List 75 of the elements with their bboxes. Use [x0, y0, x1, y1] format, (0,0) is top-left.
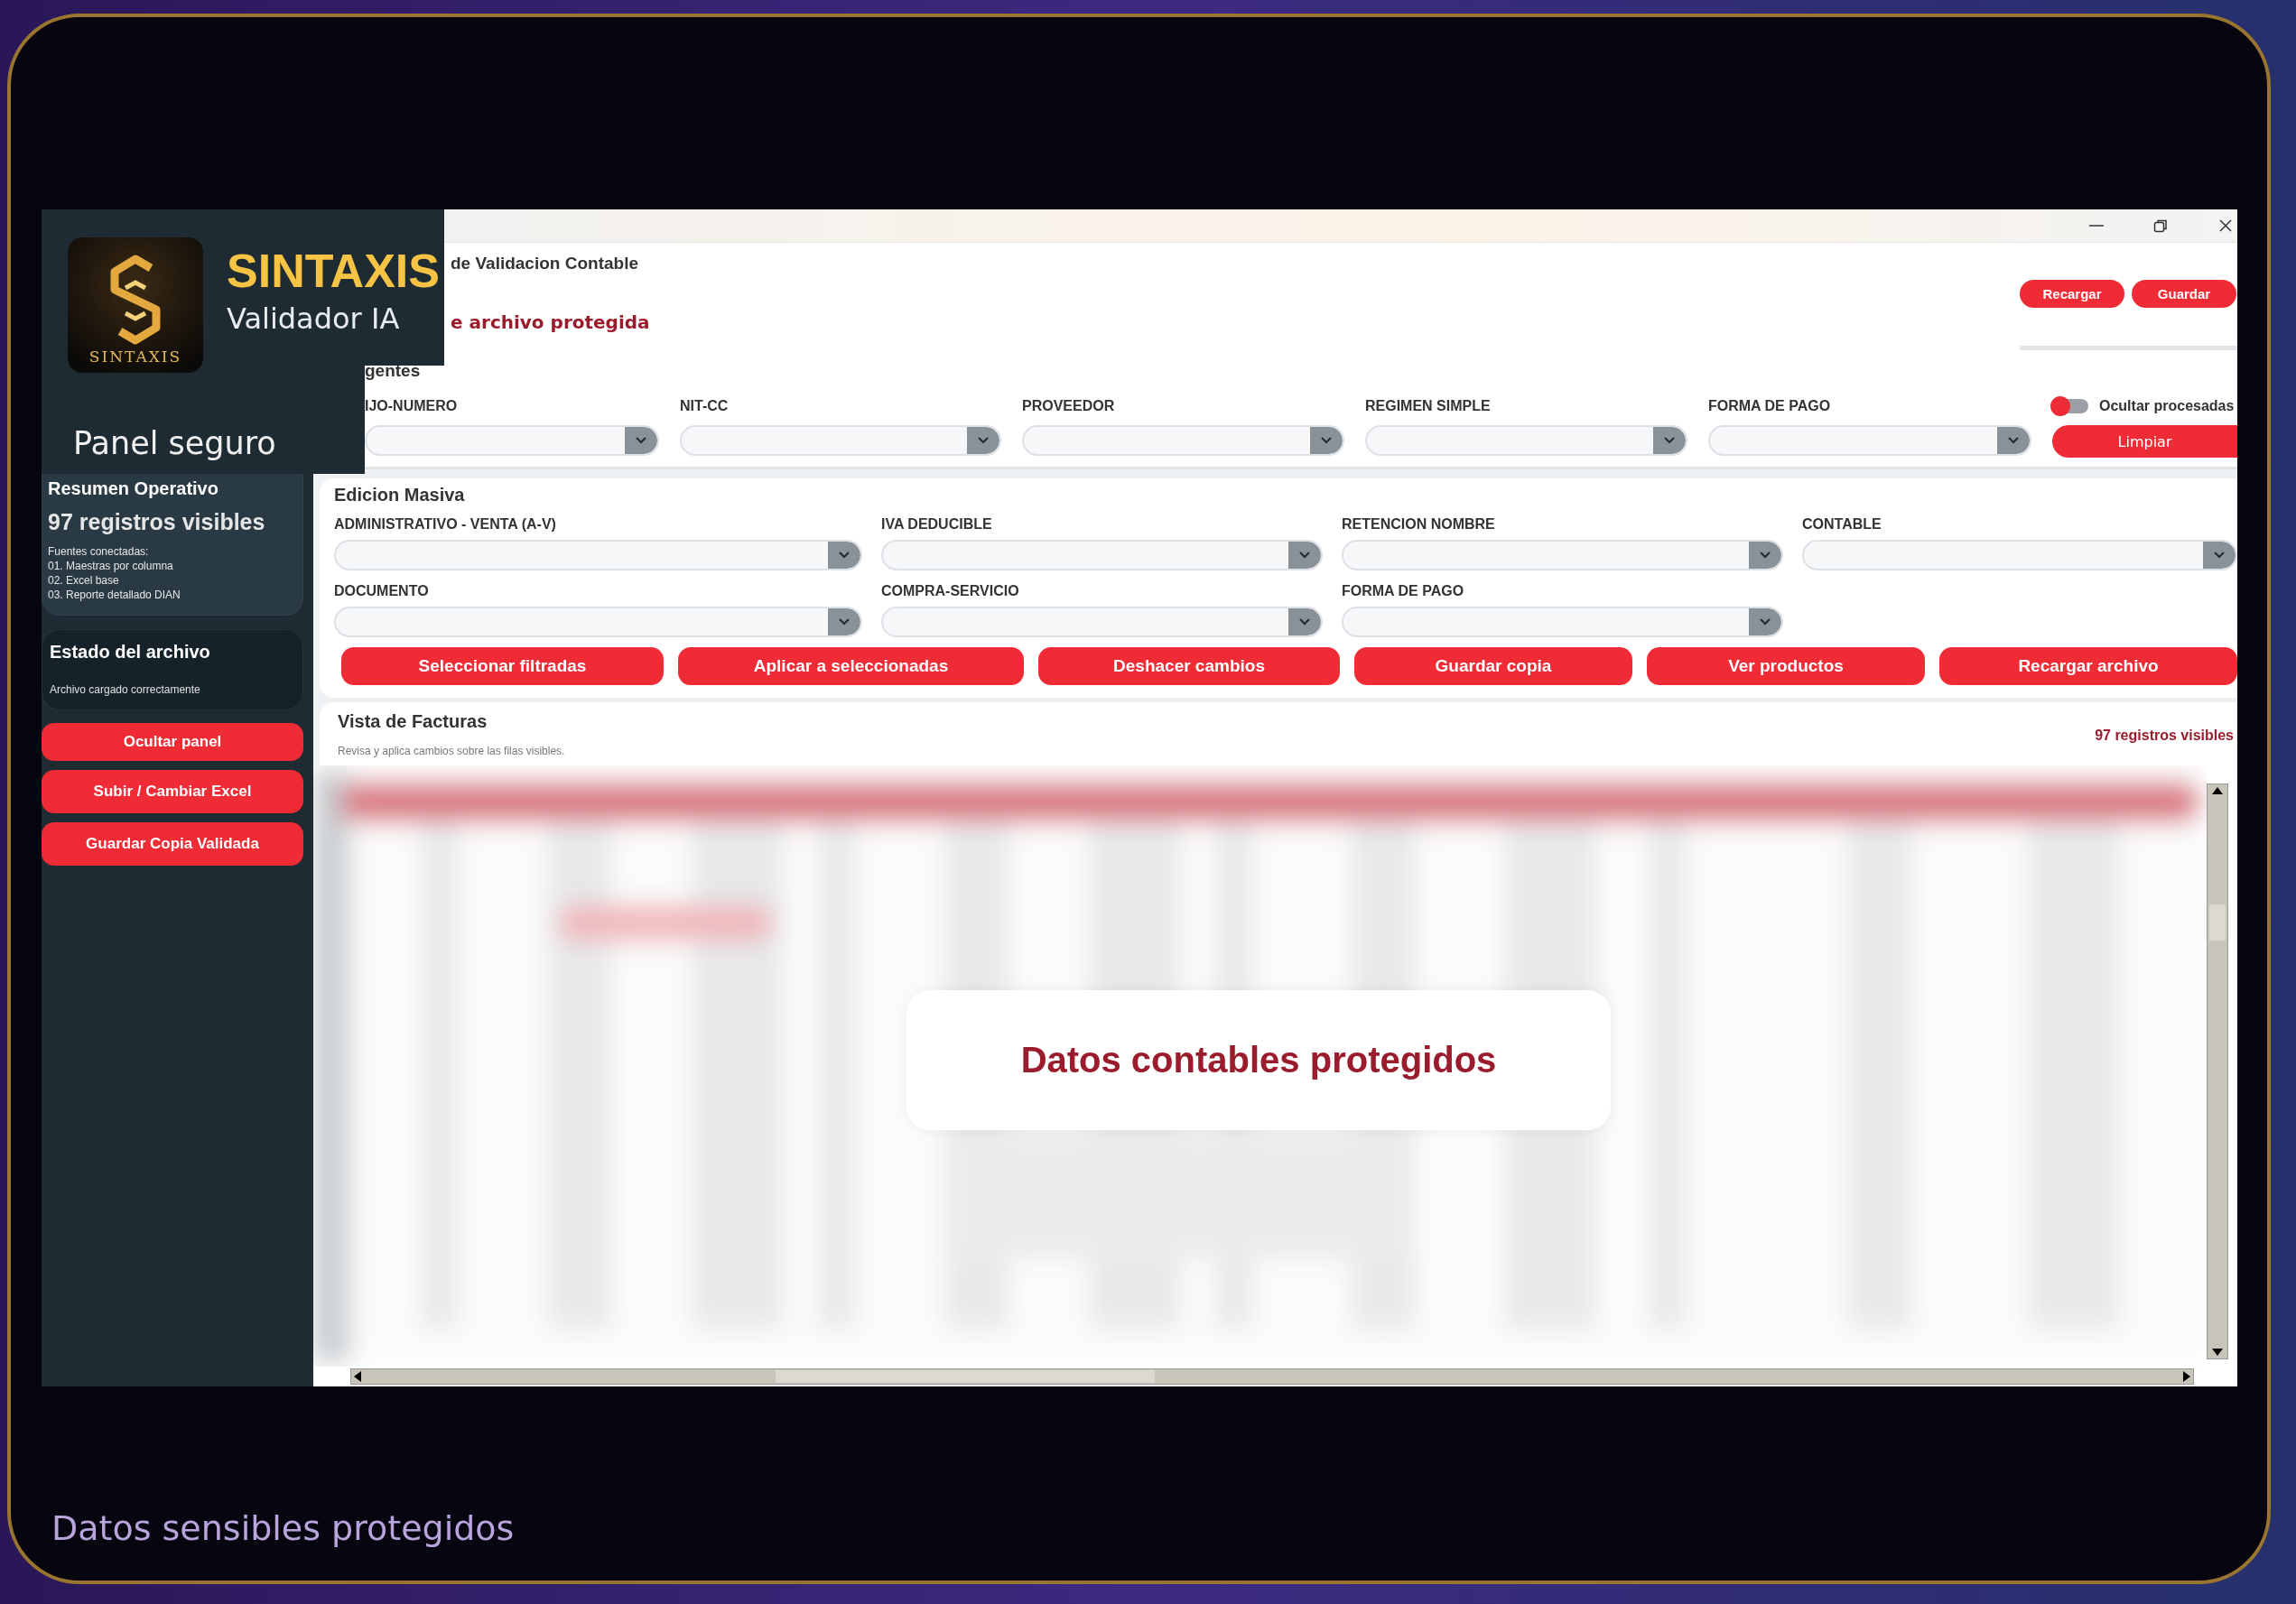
field-label: ADMINISTRATIVO - VENTA (A-V)	[334, 516, 557, 533]
dropdown-field[interactable]	[1022, 425, 1344, 456]
toggle-switch[interactable]	[2052, 399, 2088, 413]
dropdown-field[interactable]	[1708, 425, 2031, 456]
header-button[interactable]: Guardar	[2132, 280, 2236, 308]
dropdown-field[interactable]	[680, 425, 1001, 456]
source-item: 01. Maestras por columna	[48, 559, 174, 573]
field-label: IJO-NUMERO	[365, 398, 459, 414]
clear-button[interactable]: Limpiar	[2052, 425, 2237, 458]
action-button[interactable]: Aplicar a seleccionadas	[678, 647, 1024, 685]
field-label: CONTABLE	[1802, 516, 1882, 533]
section-title: gentes	[365, 362, 422, 380]
dropdown-field[interactable]	[881, 607, 1323, 637]
chevron-down-icon	[2008, 437, 2019, 444]
horizontal-scrollbar[interactable]	[350, 1368, 2194, 1385]
action-button[interactable]: Ver productos	[1647, 647, 1925, 685]
field-label: FORMA DE PAGO	[1708, 398, 1832, 414]
dropdown-field[interactable]	[334, 607, 862, 637]
status-message: Archivo cargado correctamente	[50, 682, 201, 697]
source-item: 02. Excel base	[48, 573, 120, 588]
brand-subtitle: Validador IA	[227, 301, 401, 338]
action-button[interactable]: Seleccionar filtradas	[341, 647, 664, 685]
chevron-down-icon	[1760, 618, 1771, 626]
chevron-down-icon	[636, 437, 646, 444]
restore-icon	[2152, 218, 2169, 234]
field-label: RETENCION NOMBRE	[1342, 516, 1496, 533]
caption-text: Datos sensibles protegidos	[51, 1507, 516, 1550]
dropdown-field[interactable]	[1802, 540, 2237, 570]
record-count: 97 registros visibles	[48, 508, 266, 535]
app-title: de Validacion Contable	[451, 253, 639, 274]
field-label: PROVEEDOR	[1022, 398, 1116, 414]
chevron-down-icon	[978, 437, 989, 444]
summary-title: Resumen Operativo	[48, 477, 219, 499]
protected-data-banner: Datos contables protegidos	[906, 990, 1611, 1130]
chevron-down-icon	[1760, 552, 1771, 559]
close-icon	[2217, 218, 2234, 234]
action-button[interactable]: Deshacer cambios	[1038, 647, 1340, 685]
chevron-down-icon	[1299, 618, 1310, 626]
card-title: Vista de Facturas	[338, 711, 488, 731]
brand-logo: SINTAXIS	[68, 237, 203, 373]
action-button[interactable]: Guardar copia	[1354, 647, 1632, 685]
dropdown-field[interactable]	[1342, 607, 1783, 637]
dropdown-field[interactable]	[365, 425, 659, 456]
chevron-down-icon	[2214, 552, 2225, 559]
dropdown-field[interactable]	[1342, 540, 1783, 570]
card-subtitle: Revisa y aplica cambios sobre las filas visibles.	[338, 744, 565, 758]
chevron-down-icon	[1299, 552, 1310, 559]
field-label: COMPRA-SERVICIO	[881, 583, 1020, 599]
status-title: Estado del archivo	[50, 641, 211, 663]
dropdown-field[interactable]	[1365, 425, 1687, 456]
dropdown-field[interactable]	[881, 540, 1323, 570]
chevron-down-icon	[839, 552, 850, 559]
header-button[interactable]: Recargar	[2020, 280, 2124, 308]
chevron-down-icon	[1664, 437, 1675, 444]
sidebar-button[interactable]: Ocultar panel	[42, 723, 303, 761]
sources-label: Fuentes conectadas:	[48, 544, 150, 559]
card-title: Edicion Masiva	[334, 484, 466, 505]
minimize-icon	[2089, 225, 2104, 227]
protected-notice: e archivo protegida	[451, 311, 650, 333]
field-label: REGIMEN SIMPLE	[1365, 398, 1492, 414]
sidebar-button[interactable]: Subir / Cambiar Excel	[42, 770, 303, 813]
chevron-down-icon	[1321, 437, 1332, 444]
field-label: NIT-CC	[680, 398, 730, 414]
brand-name: SINTAXIS	[227, 246, 440, 296]
record-count: 97 registros visibles	[2095, 728, 2234, 745]
vertical-scrollbar[interactable]	[2207, 783, 2228, 1359]
field-label: IVA DEDUCIBLE	[881, 516, 993, 533]
sidebar-button[interactable]: Guardar Copia Validada	[42, 822, 303, 866]
action-button[interactable]: Recargar archivo	[1939, 647, 2237, 685]
dropdown-field[interactable]	[334, 540, 862, 570]
toggle-label: Ocultar procesadas	[2099, 398, 2235, 414]
source-item: 03. Reporte detallado DIAN	[48, 588, 181, 602]
chevron-down-icon	[839, 618, 850, 626]
field-label: DOCUMENTO	[334, 583, 430, 599]
field-label: FORMA DE PAGO	[1342, 583, 1465, 599]
